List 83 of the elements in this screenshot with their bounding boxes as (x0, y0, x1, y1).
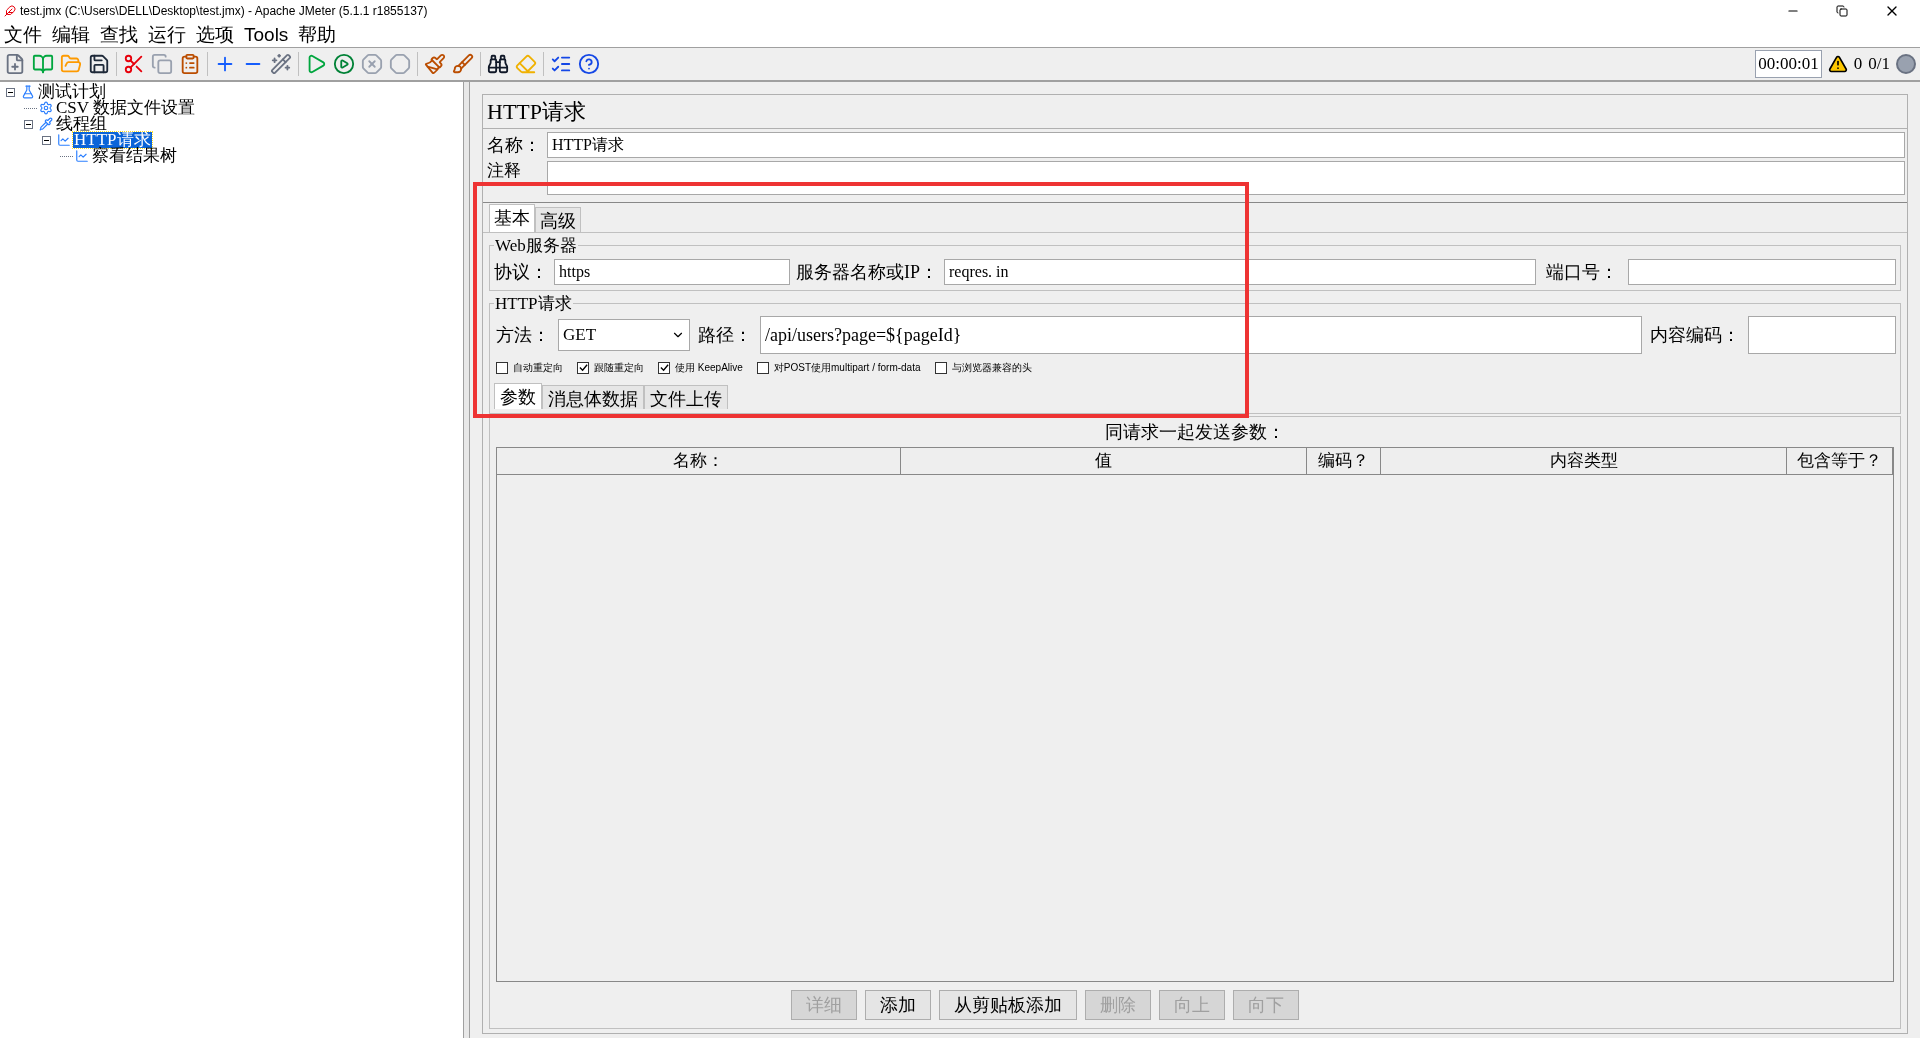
menu-item[interactable]: 帮助 (298, 23, 337, 47)
menu-item[interactable]: 查找 (100, 23, 138, 47)
method-dropdown[interactable]: GET (558, 319, 690, 351)
column-header[interactable]: 名称： (497, 448, 901, 475)
checkbox[interactable] (577, 361, 589, 374)
table-action-button[interactable]: 添加 (865, 990, 931, 1020)
server-field[interactable]: reqres. in (944, 259, 1536, 285)
column-header[interactable]: 值 (901, 448, 1307, 475)
menu-item[interactable]: Tools (244, 23, 289, 47)
server-label: 服务器名称或IP： (796, 260, 938, 284)
window-title: test.jmx (C:\Users\DELL\Desktop\test.jmx) - Apache JMeter (5.1.1 r1855137) (20, 3, 429, 20)
checkbox[interactable] (496, 361, 508, 374)
paste-icon[interactable] (179, 53, 201, 75)
menu-item[interactable]: 编辑 (52, 23, 90, 47)
tree-item[interactable]: CSV 数据文件设置 (55, 100, 196, 116)
tree-toggle[interactable] (6, 87, 15, 97)
column-header[interactable]: 内容类型 (1381, 448, 1787, 475)
start-no-pause-icon[interactable] (333, 53, 355, 75)
thread-count: 0/1 (1868, 53, 1890, 76)
encoding-label: 内容编码： (1650, 323, 1740, 347)
app-icon (4, 5, 16, 17)
checkbox-label: 使用 KeepAlive (675, 361, 743, 375)
help-icon[interactable] (578, 53, 600, 75)
stop-icon[interactable] (361, 53, 383, 75)
checkbox[interactable] (658, 361, 670, 374)
checkbox-label: 跟随重定向 (594, 361, 644, 375)
clear-icon[interactable] (424, 53, 446, 75)
copy-icon[interactable] (151, 53, 173, 75)
name-label: 名称： (487, 133, 542, 157)
checkbox-label: 对POST使用multipart / form-data (773, 361, 921, 375)
menu-item[interactable]: 运行 (148, 23, 186, 47)
elapsed-time: 00:00:01 (1755, 50, 1822, 78)
tab[interactable]: 参数 (494, 383, 542, 409)
tree-toggle[interactable] (24, 119, 33, 129)
port-label: 端口号： (1546, 260, 1618, 284)
status-icon (1896, 54, 1916, 74)
comment-field[interactable] (547, 161, 1905, 195)
protocol-field[interactable]: https (554, 259, 790, 285)
tree-node-icon (21, 85, 35, 99)
table-action-button[interactable]: 从剪贴板添加 (939, 990, 1077, 1020)
tree-node-icon (75, 149, 89, 163)
search-icon[interactable] (487, 53, 509, 75)
tree-item[interactable]: 察看结果树 (91, 148, 178, 164)
cut-icon[interactable] (123, 53, 145, 75)
port-field[interactable] (1628, 259, 1896, 285)
tab[interactable]: 高级 (535, 207, 581, 232)
menu-item[interactable]: 文件 (4, 23, 42, 47)
restore-icon[interactable] (1836, 5, 1848, 17)
params-title: 同请求一起发送参数： (1105, 420, 1285, 444)
path-field[interactable]: /api/users?page=${pageId} (760, 316, 1642, 354)
book-icon[interactable] (32, 53, 54, 75)
encoding-field[interactable] (1748, 316, 1896, 354)
column-header[interactable]: 编码？ (1307, 448, 1381, 475)
protocol-label: 协议： (494, 260, 548, 284)
column-header[interactable]: 包含等于？ (1787, 448, 1893, 475)
error-count: 0 (1853, 53, 1863, 76)
tree-toggle[interactable] (42, 135, 51, 145)
tab[interactable]: 消息体数据 (542, 385, 644, 409)
tab[interactable]: 文件上传 (644, 385, 728, 409)
name-field[interactable]: HTTP请求 (547, 132, 1905, 158)
comment-label: 注释 (487, 161, 522, 180)
tree-node-icon (39, 117, 53, 131)
group-title: Web服务器 (494, 235, 578, 257)
method-label: 方法： (496, 323, 550, 347)
checkbox[interactable] (934, 361, 947, 374)
save-icon[interactable] (88, 53, 110, 75)
tab[interactable]: 基本 (489, 204, 535, 232)
checkbox-label: 与浏览器兼容的头 (951, 361, 1032, 375)
menu-item[interactable]: 选项 (196, 23, 234, 47)
checkbox[interactable] (756, 361, 769, 374)
clear-all-icon[interactable] (452, 53, 474, 75)
tree-item[interactable]: 线程组 (55, 116, 108, 132)
warning-icon[interactable] (1827, 54, 1848, 74)
tree-node-icon (39, 101, 53, 115)
new-file-icon[interactable] (4, 53, 26, 75)
toggle-icon[interactable] (270, 53, 292, 75)
checkbox-label: 自动重定向 (513, 361, 563, 375)
path-label: 路径： (698, 323, 752, 347)
panel-title: HTTP请求 (487, 98, 586, 126)
group-title: HTTP请求 (494, 292, 573, 315)
tree-node-icon (57, 133, 71, 147)
shutdown-icon[interactable] (389, 53, 411, 75)
tree-item[interactable]: 测试计划 (37, 84, 107, 100)
